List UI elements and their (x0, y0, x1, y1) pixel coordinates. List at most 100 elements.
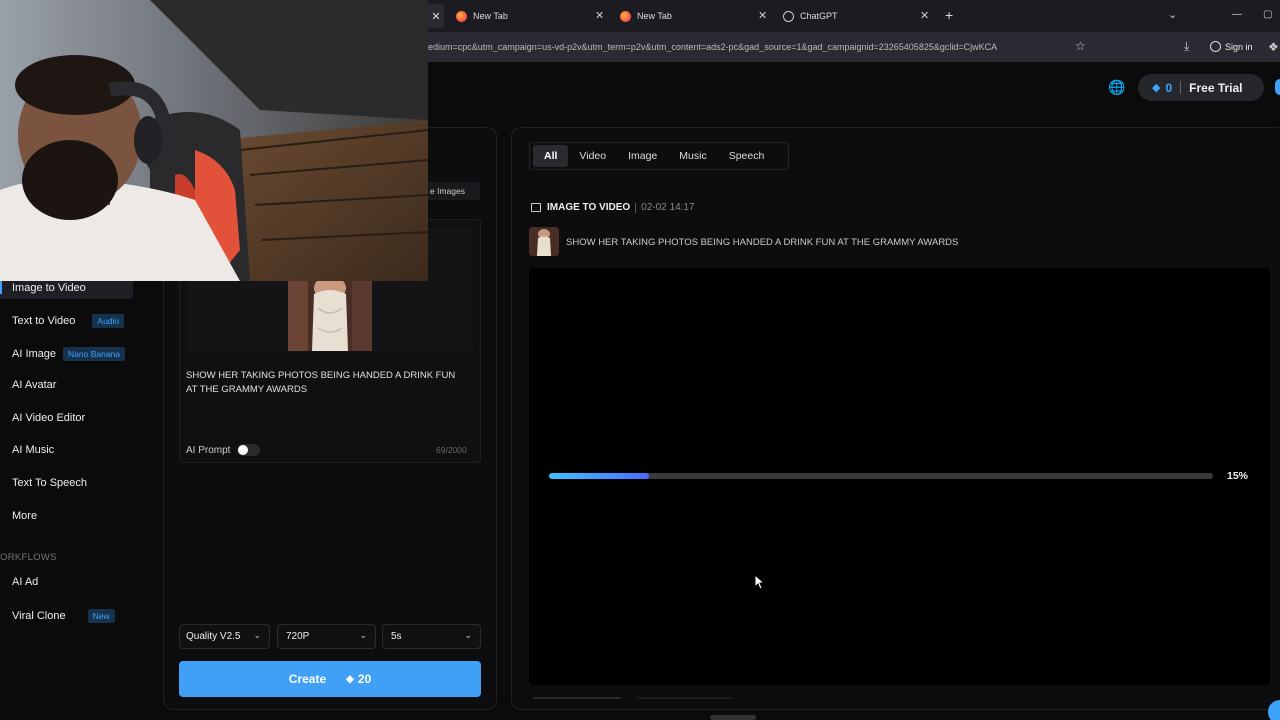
job-thumbnail-photo (529, 227, 559, 256)
firefox-icon (456, 10, 467, 22)
generation-progress-bar (549, 473, 1213, 479)
resolution-select[interactable]: 720P ⌄ (277, 624, 376, 649)
sidebar-item-ai-video-editor[interactable]: AI Video Editor (12, 412, 85, 424)
job-thumbnail[interactable] (529, 227, 559, 256)
maximize-icon[interactable]: ▢ (1263, 9, 1272, 20)
create-label: Create (288, 672, 327, 686)
tab-label: ChatGPT (800, 11, 838, 21)
sidebar-item-label: Text to Video (12, 315, 76, 327)
job-timestamp: 02-02 14:17 (641, 202, 695, 213)
uploaded-image-photo (288, 278, 372, 351)
workflows-section-label: ORKFLOWS (0, 552, 57, 563)
sidebar-item-more[interactable]: More (12, 510, 37, 522)
bottom-handle (710, 715, 756, 720)
sidebar-item-ai-music[interactable]: AI Music (12, 444, 54, 456)
browser-tab-1[interactable]: New Tab (456, 4, 508, 28)
firefox-icon (620, 10, 631, 22)
sidebar-item-label: AI Image (12, 348, 57, 360)
sidebar-item-text-to-video[interactable]: Text to Video Audio (12, 314, 125, 328)
chevron-down-icon: ⌄ (464, 630, 472, 640)
divider (635, 202, 637, 213)
divider (1180, 81, 1182, 94)
close-tab-icon[interactable]: ✕ (595, 9, 604, 22)
webcam-feed (0, 0, 428, 281)
tab-video[interactable]: Video (568, 145, 617, 167)
browser-tab-2[interactable]: New Tab (620, 4, 672, 28)
images-tab[interactable]: e Images (428, 182, 480, 200)
sidebar-item-label: AI Avatar (12, 379, 57, 391)
tab-music[interactable]: Music (668, 145, 717, 167)
scroll-indicator (637, 697, 733, 699)
sidebar-item-ai-image[interactable]: AI Image Nano Banana (12, 347, 126, 361)
sidebar-item-label: Viral Clone (12, 610, 66, 622)
avatar[interactable] (1275, 79, 1280, 95)
chevron-down-icon[interactable]: ⌄ (1168, 8, 1177, 21)
quality-select[interactable]: Quality V2.5 ⌄ (179, 624, 270, 649)
sidebar-item-viral-clone[interactable]: Viral Clone New (12, 609, 115, 623)
resolution-value: 720P (286, 631, 310, 642)
new-tab-button[interactable]: + (945, 7, 953, 23)
new-badge: New (87, 609, 115, 623)
job-prompt: SHOW HER TAKING PHOTOS BEING HANDED A DR… (566, 237, 959, 248)
tab-label: New Tab (637, 11, 672, 21)
sidebar-item-label: AI Ad (12, 576, 39, 588)
nano-banana-badge: Nano Banana (63, 347, 126, 361)
credits-free-trial-button[interactable]: ◆ 0 Free Trial (1138, 74, 1264, 101)
ai-prompt-toggle[interactable] (237, 444, 261, 456)
account-icon (1210, 41, 1221, 52)
sidebar-item-image-to-video[interactable]: Image to Video (12, 282, 86, 294)
sidebar-active-indicator (0, 281, 2, 294)
download-icon[interactable]: ⤓ (1184, 39, 1189, 54)
tab-label: New Tab (473, 11, 508, 21)
extensions-icon[interactable]: ❖ (1268, 40, 1279, 54)
audio-badge: Audio (92, 314, 125, 328)
chevron-down-icon: ⌄ (359, 630, 367, 640)
webcam-overlay (0, 0, 428, 281)
sidebar-item-text-to-speech[interactable]: Text To Speech (12, 477, 87, 489)
scroll-indicator (533, 697, 621, 699)
character-count: 69/2000 (436, 445, 467, 455)
close-tab-icon[interactable]: ✕ (428, 4, 444, 28)
job-header: IMAGE TO VIDEO 02-02 14:17 (531, 202, 695, 213)
prompt-input[interactable]: SHOW HER TAKING PHOTOS BEING HANDED A DR… (186, 369, 456, 397)
image-icon (531, 203, 541, 212)
progress-fill (549, 473, 649, 479)
sidebar-item-ai-ad[interactable]: AI Ad (12, 576, 38, 588)
close-tab-icon[interactable]: ✕ (920, 9, 929, 22)
create-cost: 20 (357, 672, 372, 686)
sign-in-label: Sign in (1225, 41, 1253, 52)
minimize-icon[interactable]: — (1232, 9, 1242, 20)
tab-all[interactable]: All (533, 145, 569, 167)
uploaded-image-thumbnail[interactable] (288, 278, 372, 351)
credit-count: 0 (1165, 80, 1173, 95)
duration-select[interactable]: 5s ⌄ (382, 624, 481, 649)
sidebar-item-label: Image to Video (12, 282, 86, 294)
sidebar-item-label: AI Music (12, 444, 55, 456)
browser-tab-chatgpt[interactable]: ChatGPT (783, 4, 838, 28)
ai-prompt-label: AI Prompt (186, 444, 231, 456)
close-tab-icon[interactable]: ✕ (758, 9, 767, 22)
sign-in-button[interactable]: Sign in (1210, 41, 1253, 52)
sidebar-item-label: Text To Speech (12, 477, 88, 489)
sidebar-item-label: More (12, 510, 38, 522)
diamond-icon: ◆ (346, 673, 354, 685)
duration-value: 5s (391, 631, 402, 642)
tab-image[interactable]: Image (617, 145, 668, 167)
filter-tabs: All Video Image Music Speech (529, 142, 789, 170)
globe-icon[interactable]: 🌐 (1108, 79, 1125, 96)
tab-speech[interactable]: Speech (718, 145, 776, 167)
bookmark-star-icon[interactable]: ☆ (1075, 39, 1086, 53)
sidebar-item-label: AI Video Editor (12, 412, 86, 424)
create-button[interactable]: Create ◆ 20 (179, 661, 481, 697)
diamond-icon: ◆ (1152, 82, 1161, 94)
chevron-down-icon: ⌄ (253, 630, 261, 640)
sidebar-item-ai-avatar[interactable]: AI Avatar (12, 379, 56, 391)
ai-prompt-control: AI Prompt (186, 444, 261, 456)
chatgpt-icon (783, 10, 794, 22)
mouse-cursor-icon (754, 573, 766, 595)
url-field[interactable]: edium=cpc&utm_campaign=us-vd-p2v&utm_ter… (428, 42, 1068, 52)
progress-percent: 15% (1227, 470, 1249, 482)
free-trial-label: Free Trial (1189, 80, 1243, 95)
job-type: IMAGE TO VIDEO (547, 202, 631, 213)
quality-value: Quality V2.5 (186, 631, 241, 642)
